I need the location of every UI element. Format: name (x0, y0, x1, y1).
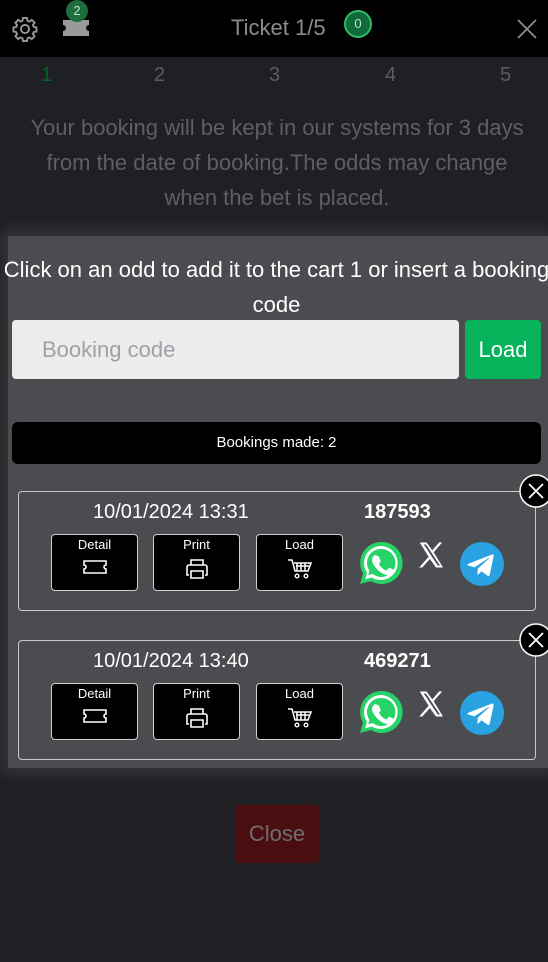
step-2[interactable]: 2 (154, 64, 165, 87)
close-icon[interactable] (515, 17, 539, 41)
ticket-outline-icon (82, 709, 107, 723)
load-booking-button[interactable]: Load (256, 683, 343, 740)
load-label: Load (285, 537, 314, 552)
step-3[interactable]: 3 (269, 64, 280, 87)
booking-date: 10/01/2024 13:31 (93, 501, 249, 523)
x-logo-icon[interactable] (416, 540, 446, 570)
gear-icon[interactable] (11, 15, 39, 43)
detail-button[interactable]: Detail (51, 534, 138, 591)
print-label: Print (183, 686, 210, 701)
booking-info-text: Your booking will be kept in our systems… (30, 115, 524, 210)
booking-code: 187593 (364, 501, 431, 523)
detail-label: Detail (77, 537, 112, 552)
close-icon[interactable] (519, 474, 548, 508)
x-logo-icon[interactable] (416, 689, 446, 719)
cart-icon (287, 708, 312, 728)
print-button[interactable]: Print (153, 534, 240, 591)
load-booking-button[interactable]: Load (256, 534, 343, 591)
top-bar: 2 Ticket 1/5 0 (0, 0, 548, 57)
booking-instruction: Click on an odd to add it to the cart 1 … (3, 257, 548, 317)
detail-label: Detail (77, 686, 112, 701)
step-1[interactable]: 1 (41, 64, 52, 87)
telegram-icon[interactable] (459, 690, 505, 736)
whatsapp-icon[interactable] (358, 689, 404, 735)
booking-date: 10/01/2024 13:40 (93, 650, 249, 672)
booking-card: 10/01/2024 13:31 187593 Detail Print Loa… (18, 474, 548, 611)
booking-code: 469271 (364, 650, 431, 672)
whatsapp-icon[interactable] (358, 540, 404, 586)
bookings-made-label: Bookings made: 2 (12, 422, 541, 464)
close-button[interactable]: Close (235, 805, 319, 863)
printer-icon (185, 708, 208, 728)
step-indicator: 1 2 3 4 5 (0, 64, 548, 88)
ticket-outline-icon (82, 560, 107, 574)
booking-code-input[interactable] (12, 320, 459, 379)
print-label: Print (183, 537, 210, 552)
print-button[interactable]: Print (153, 683, 240, 740)
page-title: Ticket 1/5 (231, 15, 326, 40)
telegram-icon[interactable] (459, 541, 505, 587)
cart-icon (287, 559, 312, 579)
cart-count-badge: 0 (344, 10, 372, 38)
step-4[interactable]: 4 (385, 64, 396, 87)
detail-button[interactable]: Detail (51, 683, 138, 740)
printer-icon (185, 559, 208, 579)
close-icon[interactable] (519, 623, 548, 657)
step-5[interactable]: 5 (500, 64, 511, 87)
load-label: Load (285, 686, 314, 701)
booking-card: 10/01/2024 13:40 469271 Detail Print Loa… (18, 623, 548, 760)
load-button[interactable]: Load (465, 320, 541, 379)
ticket-count-badge: 2 (66, 0, 88, 22)
